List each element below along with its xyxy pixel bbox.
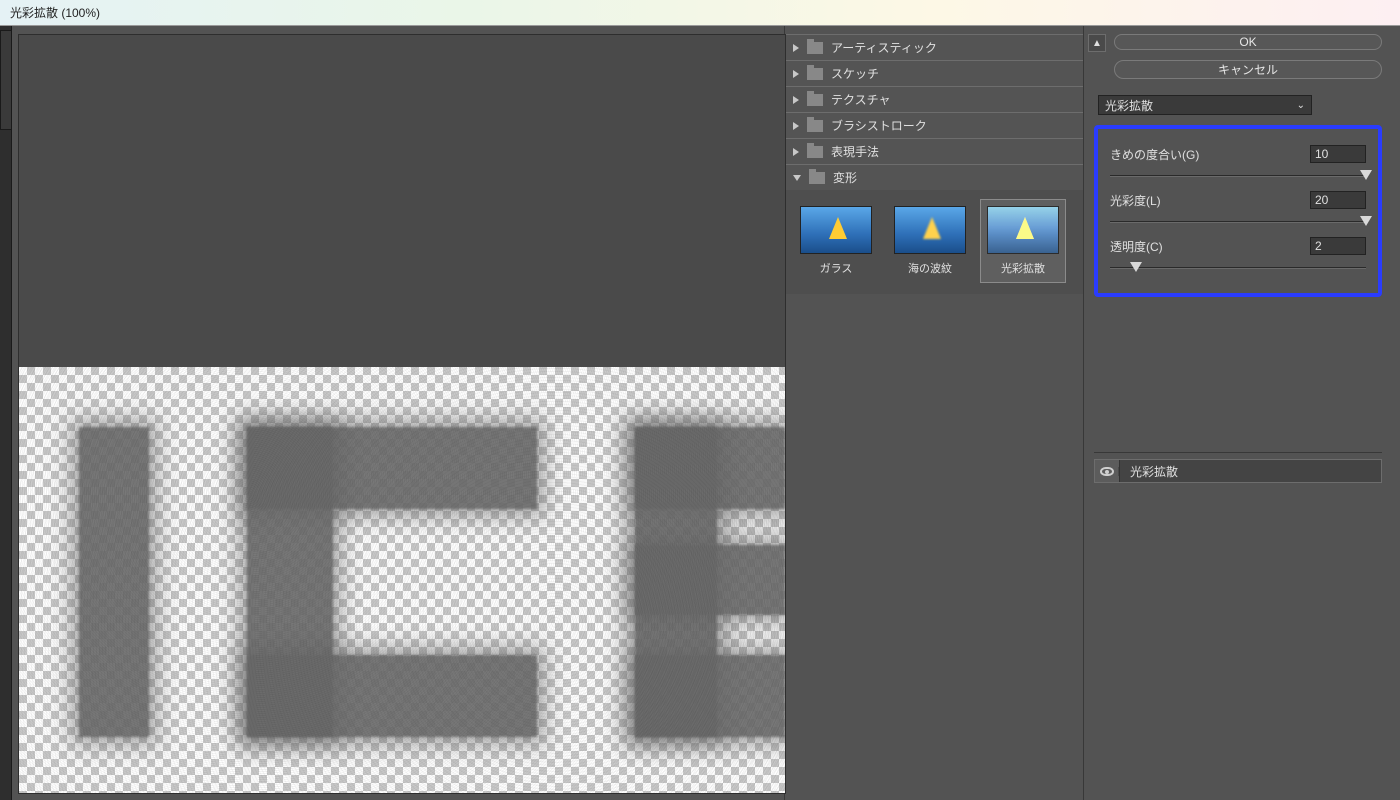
filter-thumb-label: 海の波紋 — [887, 260, 973, 282]
window-title: 光彩拡散 (100%) — [10, 4, 100, 21]
folder-icon — [807, 68, 823, 80]
param-slider[interactable] — [1110, 215, 1366, 229]
effect-layer-name: 光彩拡散 — [1119, 460, 1381, 482]
param-label: きめの度合い(G) — [1110, 146, 1199, 163]
param: きめの度合い(G) — [1110, 145, 1366, 183]
filter-thumbnails: ガラス海の波紋光彩拡散 — [785, 190, 1083, 294]
ok-button-label: OK — [1239, 35, 1256, 49]
param-input[interactable] — [1310, 191, 1366, 209]
filter-select-label: 光彩拡散 — [1105, 97, 1153, 114]
collapse-toggle[interactable]: ▲ — [1088, 34, 1106, 52]
preview-panel — [12, 26, 784, 800]
folder-icon — [807, 120, 823, 132]
eye-icon — [1100, 467, 1114, 476]
filter-thumb-label: ガラス — [793, 260, 879, 282]
triangle-right-icon — [793, 148, 799, 156]
effect-layers-panel: 光彩拡散 — [1094, 452, 1382, 792]
triangle-right-icon — [793, 96, 799, 104]
param: 光彩度(L) — [1110, 191, 1366, 229]
settings-panel: ▲ OK キャンセル 光彩拡散 ⌄ きめの度合い(G) 光彩度(L) 透明度(C) — [1084, 26, 1400, 800]
triangle-down-icon — [793, 175, 801, 181]
slider-handle[interactable] — [1360, 170, 1372, 180]
category-label: アーティスティック — [831, 39, 937, 56]
window-titlebar: 光彩拡散 (100%) — [0, 0, 1400, 26]
canvas-empty-area — [19, 35, 785, 367]
cancel-button-label: キャンセル — [1218, 61, 1278, 78]
param-slider[interactable] — [1110, 169, 1366, 183]
category-row[interactable]: 変形 — [785, 164, 1083, 191]
filter-thumb-label: 光彩拡散 — [981, 260, 1065, 282]
left-collapsed-tab[interactable] — [0, 30, 12, 130]
filter-thumb-image — [800, 206, 872, 254]
category-label: 変形 — [833, 169, 857, 186]
filter-thumb-image — [987, 206, 1059, 254]
filter-category-panel: アーティスティックスケッチテクスチャブラシストローク表現手法変形 ガラス海の波紋… — [784, 26, 1084, 800]
filter-thumb-image — [894, 206, 966, 254]
main-area: アーティスティックスケッチテクスチャブラシストローク表現手法変形 ガラス海の波紋… — [0, 26, 1400, 800]
slider-handle[interactable] — [1360, 216, 1372, 226]
left-tool-strip — [0, 26, 12, 800]
param-input[interactable] — [1310, 237, 1366, 255]
param-slider[interactable] — [1110, 261, 1366, 275]
ok-button[interactable]: OK — [1114, 34, 1382, 50]
param-label: 光彩度(L) — [1110, 192, 1161, 209]
slider-track — [1110, 267, 1366, 269]
folder-icon — [807, 146, 823, 158]
params-highlight: きめの度合い(G) 光彩度(L) 透明度(C) — [1094, 125, 1382, 297]
category-label: テクスチャ — [831, 91, 891, 108]
param-input[interactable] — [1310, 145, 1366, 163]
category-label: 表現手法 — [831, 143, 879, 160]
triangle-right-icon — [793, 122, 799, 130]
category-label: ブラシストローク — [831, 117, 927, 134]
slider-handle[interactable] — [1130, 262, 1142, 272]
slider-track — [1110, 175, 1366, 177]
folder-icon — [807, 94, 823, 106]
folder-icon — [809, 172, 825, 184]
category-row[interactable]: スケッチ — [785, 60, 1083, 87]
category-row[interactable]: テクスチャ — [785, 86, 1083, 113]
filter-thumb[interactable]: ガラス — [793, 200, 879, 282]
param: 透明度(C) — [1110, 237, 1366, 275]
triangle-right-icon — [793, 44, 799, 52]
category-row[interactable]: 表現手法 — [785, 138, 1083, 165]
chevron-up-icon: ▲ — [1092, 38, 1102, 49]
visibility-toggle[interactable] — [1095, 467, 1119, 476]
cancel-button[interactable]: キャンセル — [1114, 60, 1382, 79]
filter-thumb[interactable]: 海の波紋 — [887, 200, 973, 282]
slider-track — [1110, 221, 1366, 223]
preview-content — [19, 367, 785, 794]
preview-canvas[interactable] — [18, 34, 786, 794]
effect-layer-row[interactable]: 光彩拡散 — [1094, 459, 1382, 483]
canvas-checkerboard — [19, 367, 785, 794]
folder-icon — [807, 42, 823, 54]
chevron-down-icon: ⌄ — [1297, 100, 1305, 111]
filter-select[interactable]: 光彩拡散 ⌄ — [1098, 95, 1312, 115]
filter-thumb[interactable]: 光彩拡散 — [980, 199, 1066, 283]
category-label: スケッチ — [831, 65, 879, 82]
triangle-right-icon — [793, 70, 799, 78]
category-row[interactable]: ブラシストローク — [785, 112, 1083, 139]
param-label: 透明度(C) — [1110, 238, 1163, 255]
category-row[interactable]: アーティスティック — [785, 34, 1083, 61]
